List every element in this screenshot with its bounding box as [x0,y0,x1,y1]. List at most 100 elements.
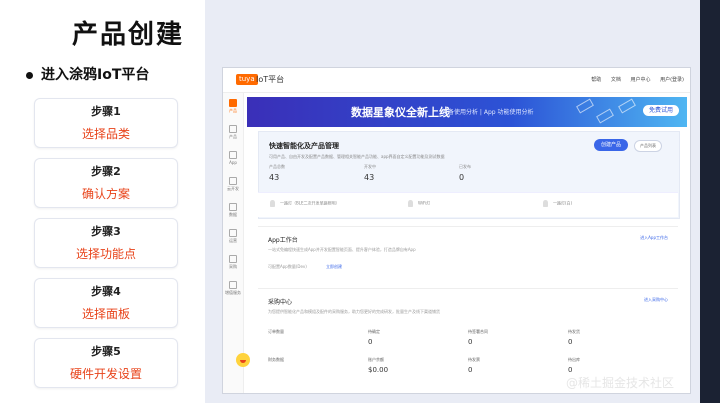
stat-label: 已发布 [459,164,471,169]
app-count-label: 可配置App数量(Dev) [268,264,307,269]
bulb-icon [270,200,275,207]
stat-label: 产品总数 [269,164,285,169]
bullet-dot-icon [26,71,33,79]
ops-icon [229,229,237,237]
sidebar-item-label: 云开发 [227,186,239,191]
bullet-text: 进入涂鸦IoT平台 [41,67,150,83]
purchase-link[interactable]: 进入采购中心 [644,297,668,303]
promo-banner[interactable]: 数据星象仪全新上线 设备使用分析 | App 功能使用分析 免费试用 [247,97,687,127]
product-name: 一路灯（BLE二次开发单路照明） [280,200,340,206]
step-card-5: 步骤5 硬件开发设置 [34,338,178,388]
app-workbench-title: App工作台 [268,237,298,244]
sidebar-item-label: 产品 [229,134,237,139]
bulb-icon [408,200,413,207]
product-row: 一路灯（BLE二次开发单路照明） WiFi灯 一路灯(白) [258,192,678,217]
free-trial-button[interactable]: 免费试用 [642,105,679,116]
col-value: 0 [568,338,573,346]
purchase-icon [229,255,237,263]
banner-title: 数据星象仪全新上线 [351,106,450,119]
app-workbench-link[interactable]: 进入App工作台 [640,235,668,241]
col-value: 0 [468,366,473,374]
col-label: 待确定 [368,329,380,334]
order-col: 待签署合同 0 [468,329,488,346]
sidebar-item-service[interactable]: 增值服务 [223,281,243,296]
sidebar-item-label: 运营 [229,238,237,243]
home-icon [229,99,237,107]
col-value: $0.00 [368,366,389,374]
banner-subtitle: 设备使用分析 | App 功能使用分析 [442,109,534,116]
top-nav: 帮助 文档 用户中心 用户(登录) [583,76,684,83]
col-label: 待发票 [468,357,480,362]
stat-published: 已发布 0 [459,164,471,182]
sidebar-item-ops[interactable]: 运营 [223,229,243,244]
step-label: 步骤2 [91,165,121,178]
create-product-button[interactable]: 创建产品 [594,139,629,151]
top-bar: tuya IoT平台 帮助 文档 用户中心 用户(登录) [223,68,690,93]
col-label: 账户余额 [368,357,384,362]
watermark: @稀土掘金技术社区 [565,376,674,390]
col-label: 待签署合同 [468,329,488,334]
step-card-2: 步骤2 确认方案 [34,158,178,208]
purchase-desc: 为您提供智能化产品和模组及配件的采购服务，助力您更好的完成研发，批量生产及线下渠… [268,309,440,314]
step-action: 选择面板 [81,307,130,321]
step-label: 步骤4 [91,285,121,298]
step-label: 步骤3 [91,225,121,238]
service-icon [229,281,237,289]
sidebar-item-home[interactable]: 产品 [223,99,243,114]
col-value: 0 [468,338,473,346]
sidebar: 产品 产品 App 云开发 数据 运营 采购 增值服务 [223,93,244,393]
finance-row-label: 财务数据 [268,357,284,362]
quick-start-desc: 可用产品、自由开发及配置产品数据、管理相关智能产品功能、app界面自定义配置功能… [269,154,445,159]
step-action: 选择品类 [81,127,130,141]
iot-platform-screenshot: tuya IoT平台 帮助 文档 用户中心 用户(登录) 产品 产品 App 云… [222,67,691,394]
step-action: 确认方案 [81,187,130,201]
create-now-link[interactable]: 立即创建 [326,264,342,270]
step-action: 选择功能点 [75,247,136,261]
sidebar-item-app[interactable]: App [223,151,243,165]
sidebar-item-label: 采购 [229,264,237,269]
cloud-icon [229,177,237,185]
nav-docs[interactable]: 文档 [611,77,621,83]
sidebar-item-label: 数据 [229,212,237,217]
stat-value: 43 [364,173,375,182]
order-col: 待发货 0 [568,329,580,346]
app-workbench-desc: 一站式免编程快速生成App并开发配置智能页面、提升客户体验，打造品牌自有App [268,247,416,252]
product-item[interactable]: 一路灯(白) [543,200,572,207]
step-card-4: 步骤4 选择面板 [34,278,178,328]
sidebar-item-purchase[interactable]: 采购 [223,255,243,270]
decor-arrow-icon [596,108,614,124]
bullet-item: 进入涂鸦IoT平台 [26,64,149,84]
stat-developing: 开发中 43 [364,164,376,182]
platform-name: IoT平台 [256,75,285,84]
app-workbench-section: App工作台 进入App工作台 一站式免编程快速生成App并开发配置智能页面、提… [258,226,678,275]
sidebar-item-data[interactable]: 数据 [223,203,243,218]
step-label: 步骤1 [91,105,121,118]
col-value: 0 [368,338,373,346]
product-icon [229,125,237,133]
slide-title: 产品创建 [72,20,185,50]
nav-user-center[interactable]: 用户中心 [630,77,650,83]
quick-start-title: 快速智能化及产品管理 [269,142,339,150]
bulb-icon [543,200,548,207]
tuya-logo[interactable]: tuya [236,74,258,85]
col-label: 待发货 [568,329,580,334]
col-label: 待出库 [568,357,580,362]
sidebar-item-cloud[interactable]: 云开发 [223,177,243,192]
stat-total: 产品总数 43 [269,164,285,182]
product-name: 一路灯(白) [553,200,573,206]
nav-help[interactable]: 帮助 [591,77,601,83]
finance-col: 账户余额 $0.00 [368,357,388,374]
order-col: 待确定 0 [368,329,380,346]
finance-col: 待发票 0 [468,357,480,374]
nav-account[interactable]: 用户(登录) [660,77,684,83]
mascot-icon[interactable] [236,353,250,367]
stat-label: 开发中 [364,164,376,169]
product-item[interactable]: 一路灯（BLE二次开发单路照明） [270,200,340,207]
sidebar-item-product[interactable]: 产品 [223,125,243,140]
product-list-button[interactable]: 产品列表 [634,140,662,152]
sidebar-item-label: App [229,160,237,165]
data-icon [229,203,237,211]
decor-arrow-icon [618,98,636,114]
product-item[interactable]: WiFi灯 [408,200,430,207]
stat-value: 43 [269,173,280,182]
